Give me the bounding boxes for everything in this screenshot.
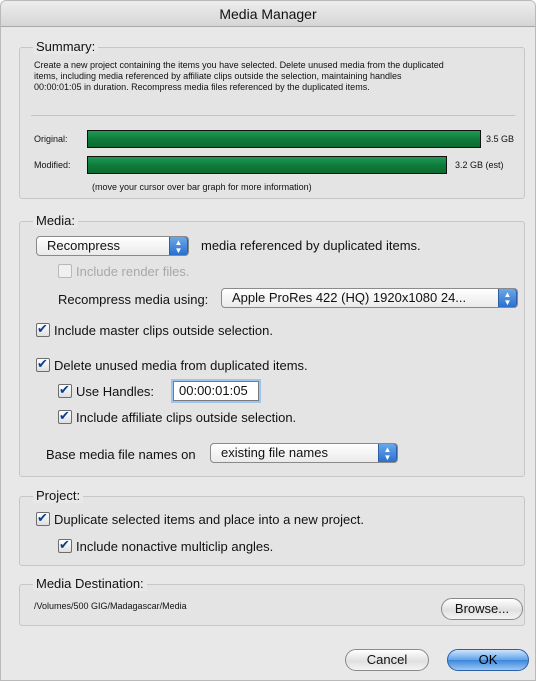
include-master-clips-label: Include master clips outside selection. xyxy=(54,323,273,338)
use-handles-label: Use Handles: xyxy=(76,384,155,399)
summary-description: Create a new project containing the item… xyxy=(34,60,520,93)
destination-path: /Volumes/500 GIG/Madagascar/Media xyxy=(34,601,187,611)
base-file-names-label: Base media file names on xyxy=(46,447,196,462)
summary-description-line: 00:00:01:05 in duration. Recompress medi… xyxy=(34,82,370,92)
handles-duration-field[interactable]: 00:00:01:05 xyxy=(173,381,259,401)
ok-button[interactable]: OK xyxy=(447,649,529,671)
modified-size-bar[interactable] xyxy=(87,156,447,174)
cancel-button[interactable]: Cancel xyxy=(345,649,429,671)
window-title: Media Manager xyxy=(1,1,535,27)
destination-title: Media Destination: xyxy=(33,576,147,591)
use-handles-checkbox[interactable] xyxy=(58,382,72,398)
include-affiliate-clips-checkbox[interactable] xyxy=(58,408,72,424)
media-title: Media: xyxy=(33,213,79,228)
summary-divider xyxy=(31,115,515,116)
include-render-files-label: Include render files. xyxy=(76,264,190,279)
include-render-files-checkbox[interactable] xyxy=(58,264,72,278)
recompress-codec-value: Apple ProRes 422 (HQ) 1920x1080 24... xyxy=(232,290,467,305)
media-action-popup[interactable]: Recompress ▲ ▼ xyxy=(36,236,189,256)
summary-description-line: Create a new project containing the item… xyxy=(34,60,444,70)
base-file-names-value: existing file names xyxy=(221,445,328,460)
modified-label: Modified: xyxy=(34,160,71,170)
popup-arrows-icon: ▲ ▼ xyxy=(378,444,397,462)
browse-button[interactable]: Browse... xyxy=(441,598,523,620)
original-size-bar[interactable] xyxy=(87,130,481,148)
media-manager-window: Media Manager Summary: Create a new proj… xyxy=(0,0,536,681)
media-group xyxy=(19,221,525,477)
duplicate-items-label: Duplicate selected items and place into … xyxy=(54,512,365,527)
base-file-names-popup[interactable]: existing file names ▲ ▼ xyxy=(210,443,398,463)
summary-description-line: items, including media referenced by aff… xyxy=(34,71,402,81)
delete-unused-media-label: Delete unused media from duplicated item… xyxy=(54,358,308,373)
include-nonactive-angles-label: Include nonactive multiclip angles. xyxy=(76,539,274,554)
modified-size-value: 3.2 GB (est) xyxy=(455,160,504,170)
include-affiliate-clips-label: Include affiliate clips outside selectio… xyxy=(76,410,297,425)
original-label: Original: xyxy=(34,134,68,144)
recompress-using-label: Recompress media using: xyxy=(58,292,209,307)
duplicate-items-checkbox[interactable] xyxy=(36,510,50,526)
media-action-suffix: media referenced by duplicated items. xyxy=(201,238,421,253)
summary-title: Summary: xyxy=(33,39,99,54)
include-nonactive-angles-checkbox[interactable] xyxy=(58,537,72,553)
delete-unused-media-checkbox[interactable] xyxy=(36,356,50,372)
recompress-codec-popup[interactable]: Apple ProRes 422 (HQ) 1920x1080 24... ▲ ▼ xyxy=(221,288,518,308)
original-size-value: 3.5 GB xyxy=(486,134,515,144)
project-title: Project: xyxy=(33,488,84,503)
project-group xyxy=(19,496,525,566)
media-action-value: Recompress xyxy=(47,238,120,253)
popup-arrows-icon: ▲ ▼ xyxy=(169,237,188,255)
bar-graph-hint: (move your cursor over bar graph for mor… xyxy=(92,182,312,192)
popup-arrows-icon: ▲ ▼ xyxy=(498,289,517,307)
include-master-clips-checkbox[interactable] xyxy=(36,321,50,337)
